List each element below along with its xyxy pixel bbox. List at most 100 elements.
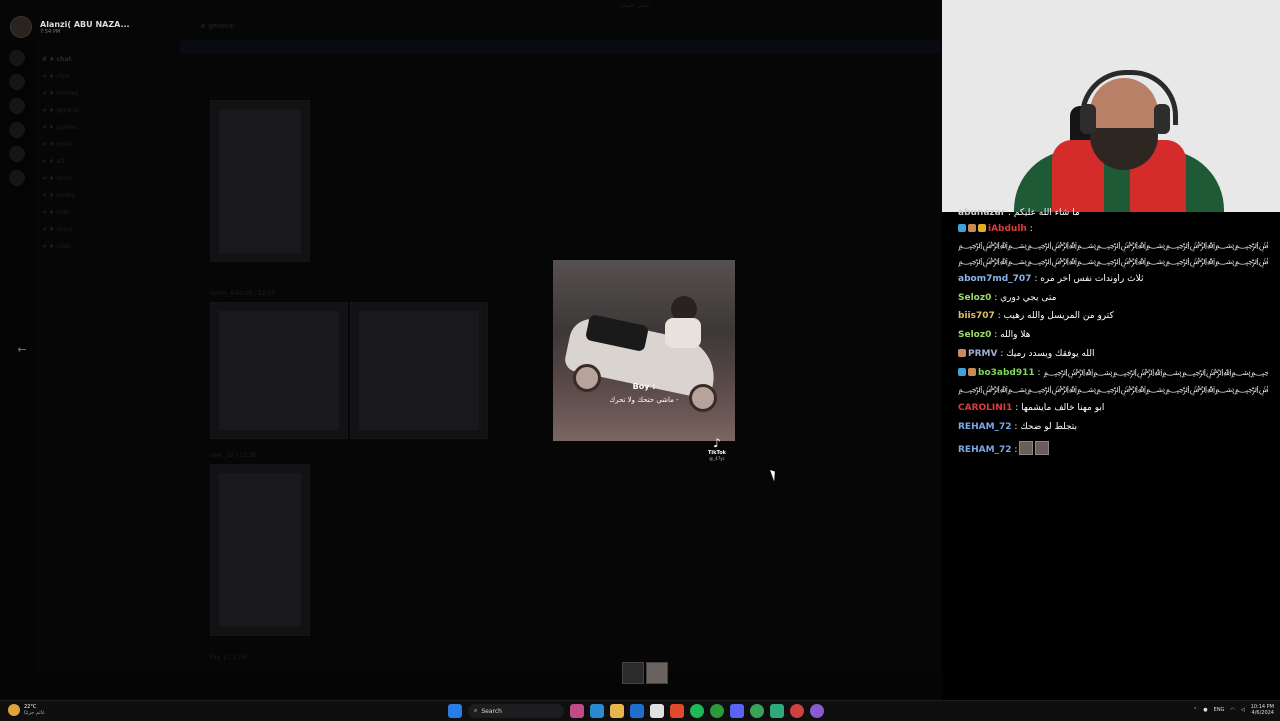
obs-icon[interactable] <box>790 704 804 718</box>
search-label: Search <box>481 707 502 715</box>
spotify-icon[interactable] <box>690 704 704 718</box>
chat-message: PRMV : الله يوفقك ويسدد رميك <box>958 349 1268 360</box>
taskbar: 22°C غائم جزئيًا ⌕ Search ⌃ ● ENG ◠ ◁ 10… <box>0 700 1280 721</box>
channel-item[interactable]: # ♦ clips <box>36 73 176 90</box>
chat-emote-icon <box>1019 441 1034 455</box>
headphone-cup <box>1080 104 1096 134</box>
channel-item[interactable]: # ♦ news <box>36 175 176 192</box>
dm-name: Alanzi( ABU NAZA... <box>40 19 130 29</box>
child-body-shape <box>665 318 701 348</box>
window-title: انيمي عليكم <box>620 2 651 9</box>
weather-widget[interactable]: 22°C غائم جزئيًا <box>8 704 45 716</box>
widgets-icon[interactable] <box>570 704 584 718</box>
chat-message: ﷽﷽﷽﷽﷽﷽﷽﷽﷽﷽﷽﷽﷽﷽﷽﷽﷽﷽﷽﷽ <box>958 385 1268 396</box>
app-icon[interactable] <box>770 704 784 718</box>
server-icon[interactable] <box>9 146 25 162</box>
chat-text: ﷽﷽﷽﷽﷽﷽﷽﷽﷽﷽﷽﷽﷽﷽﷽﷽﷽﷽﷽﷽ <box>958 385 1268 395</box>
channel-item[interactable]: # ♦ chat <box>36 56 176 73</box>
message-image[interactable] <box>210 302 348 439</box>
server-icon[interactable] <box>9 170 25 186</box>
channel-item[interactable]: # ♦ voice <box>36 226 176 243</box>
chat-app-window: Alanzi( ABU NAZA... 7:54 PM انيمي عليكم … <box>0 0 942 700</box>
channel-title: # general <box>200 22 235 30</box>
message-image[interactable] <box>210 464 310 636</box>
channel-banner <box>180 40 940 54</box>
search-box[interactable]: ⌕ Search <box>468 704 564 718</box>
chat-badge-icon <box>978 224 986 232</box>
chat-text: : <box>1026 224 1033 234</box>
chat-message: Seloz0 : متى يجي دوري <box>958 293 1268 304</box>
mic-icon[interactable]: ● <box>1203 707 1207 713</box>
xbox-icon[interactable] <box>710 704 724 718</box>
headphone-cup <box>1154 104 1170 134</box>
chat-text: : ﷽﷽﷽﷽﷽﷽﷽﷽﷽﷽﷽﷽﷽﷽﷽﷽﷽ <box>1037 368 1269 378</box>
channel-item[interactable]: # ♦ music <box>36 141 176 158</box>
message-image[interactable] <box>350 302 488 439</box>
chat-username: biis707 <box>958 311 995 321</box>
brave-icon[interactable] <box>670 704 684 718</box>
chevron-up-icon[interactable]: ⌃ <box>1193 707 1197 713</box>
start-icon[interactable] <box>448 704 462 718</box>
server-sidebar <box>0 40 34 680</box>
server-icon[interactable] <box>9 74 25 90</box>
volume-icon[interactable]: ◁ <box>1241 707 1245 713</box>
chat-text: : ثلاث راوندات نفس اخر مره <box>1031 274 1144 284</box>
previous-arrow-icon[interactable]: ← <box>12 342 32 358</box>
chat-emote-icon <box>1035 441 1050 455</box>
language-indicator[interactable]: ENG <box>1214 707 1225 713</box>
chat-message: biis707 : كترو من المريسل والله رهيب <box>958 311 1268 322</box>
chat-message: CAROLINI1 : ابو مهنا خالف مايشمها <box>958 403 1268 414</box>
media-thumbnail[interactable] <box>622 662 644 684</box>
chat-username: REHAM_72 <box>958 445 1012 455</box>
webcam-feed <box>942 0 1280 212</box>
chat-badge-icon <box>958 368 966 376</box>
chat-badge-icon <box>958 224 966 232</box>
channel-item[interactable]: # ♦ games <box>36 124 176 141</box>
chat-message: REHAM_72 : بتجلط لو ضحك <box>958 422 1268 433</box>
dm-header[interactable]: Alanzi( ABU NAZA... 7:54 PM <box>10 16 130 38</box>
channel-item[interactable]: # ♦ general <box>36 107 176 124</box>
chat-username: CAROLINI1 <box>958 403 1013 413</box>
message-author: Fay_1 | 1:00 <box>210 654 247 661</box>
avatar <box>10 16 32 38</box>
chat-badge-icon <box>958 349 966 357</box>
server-icon[interactable] <box>9 50 25 66</box>
stream-chat: abunazar : ما شاء الله عليكم iAbdulh : ﷽﷽﷽… <box>942 208 1280 700</box>
discord-icon[interactable] <box>730 704 744 718</box>
chat-text: : ابو مهنا خالف مايشمها <box>1012 403 1105 413</box>
clock[interactable]: 10:14 PM 4/6/2024 <box>1251 704 1274 716</box>
app-icon[interactable] <box>750 704 764 718</box>
server-icon[interactable] <box>9 122 25 138</box>
channel-item[interactable]: # ♦ media <box>36 192 176 209</box>
system-tray: ⌃ ● ENG ◠ ◁ 10:14 PM 4/6/2024 <box>1193 704 1274 716</box>
chat-message: Seloz0 : هلا والله <box>958 330 1268 341</box>
dm-time: 7:54 PM <box>40 28 61 35</box>
server-icon[interactable] <box>9 98 25 114</box>
chat-username: REHAM_72 <box>958 422 1012 432</box>
calendar-icon[interactable] <box>650 704 664 718</box>
chat-text: : <box>1011 445 1018 455</box>
chat-text: : ما شاء الله عليكم <box>1005 208 1080 218</box>
wifi-icon[interactable]: ◠ <box>1230 707 1234 713</box>
chat-text: : هلا والله <box>991 330 1031 340</box>
twitch-icon[interactable] <box>810 704 824 718</box>
mail-icon[interactable] <box>630 704 644 718</box>
message-author: Iamm_Alanzi6 | 12:00 <box>210 290 276 297</box>
media-thumbnail-selected[interactable] <box>646 662 668 684</box>
channel-item[interactable]: # ♦ bots <box>36 209 176 226</box>
media-viewer-video[interactable]: Boy : ماشي حتحك ولا تحرك - <box>553 260 735 441</box>
media-thumbnail-strip <box>622 662 668 684</box>
file-explorer-icon[interactable] <box>610 704 624 718</box>
chat-message: REHAM_72 : <box>958 441 1268 456</box>
message-image[interactable] <box>210 100 310 262</box>
chat-username: iAbdulh <box>988 224 1027 234</box>
chat-message: bo3abd911 : ﷽﷽﷽﷽﷽﷽﷽﷽﷽﷽﷽﷽﷽﷽﷽﷽﷽ <box>958 368 1268 379</box>
channel-item[interactable]: # ♦ art <box>36 158 176 175</box>
chat-text: : بتجلط لو ضحك <box>1011 422 1078 432</box>
edge-icon[interactable] <box>590 704 604 718</box>
channel-item[interactable]: # ♦ rules <box>36 243 176 260</box>
message-composer[interactable] <box>0 672 942 696</box>
video-caption: ماشي حتحك ولا تحرك - <box>609 396 679 404</box>
channel-item[interactable]: # ♦ memes <box>36 90 176 107</box>
video-caption: Boy : <box>632 382 656 391</box>
